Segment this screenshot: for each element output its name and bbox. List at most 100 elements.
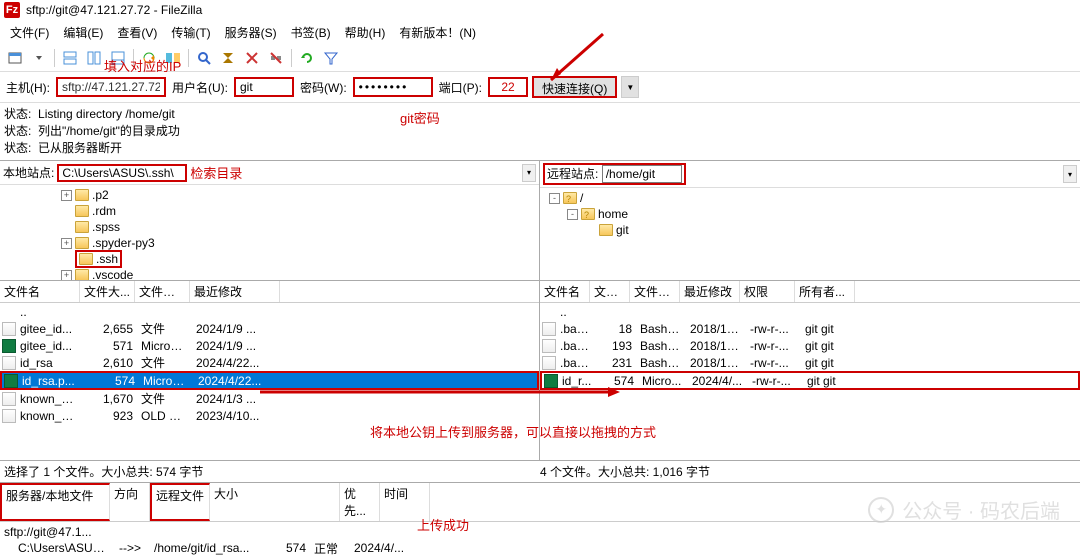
col-size[interactable]: 文件大...	[80, 281, 135, 302]
tree-item-label: .p2	[92, 188, 109, 202]
col-server-local[interactable]: 服务器/本地文件	[0, 483, 110, 521]
file-row[interactable]: id_r...574Micro...2024/4/...-rw-r-...git…	[540, 371, 1080, 390]
password-input[interactable]	[353, 77, 433, 97]
local-tree[interactable]: + .p2 .rdm.spss + .spyder-py3 .ssh + .vscode	[0, 185, 539, 280]
file-icon	[2, 356, 16, 370]
tree-item[interactable]: + .vscode	[0, 267, 539, 280]
queue-server-row[interactable]: sftp://git@47.1...	[0, 524, 1080, 540]
folder-icon	[75, 205, 89, 217]
remote-path-input[interactable]	[602, 165, 682, 183]
col-permissions[interactable]: 权限	[740, 281, 795, 302]
col-type[interactable]: 文件类型	[135, 281, 190, 302]
col-time[interactable]: 时间	[380, 483, 430, 521]
process-queue-icon[interactable]	[217, 47, 239, 69]
menu-edit[interactable]: 编辑(E)	[57, 22, 109, 43]
annotation-treesearch: 检索目录	[190, 163, 242, 182]
col-size[interactable]: 文件...	[590, 281, 630, 302]
local-path-input[interactable]	[57, 164, 187, 182]
col-remote-file[interactable]: 远程文件	[150, 483, 210, 521]
menu-file[interactable]: 文件(F)	[4, 22, 55, 43]
local-site-label: 本地站点:	[3, 164, 54, 181]
tree-item[interactable]: + .p2	[0, 187, 539, 203]
tree-item-label: .rdm	[92, 204, 116, 218]
local-path-dropdown-icon[interactable]: ▾	[522, 164, 536, 182]
file-row[interactable]: gitee_id...2,655文件2024/1/9 ...	[0, 320, 539, 337]
remote-filelist[interactable]: 文件名 文件... 文件类... 最近修改 权限 所有者... ...bas..…	[540, 281, 1080, 460]
tree-item-label: .ssh	[96, 252, 118, 266]
toggle-tree-icon[interactable]	[83, 47, 105, 69]
col-modified[interactable]: 最近修改	[190, 281, 280, 302]
file-lists: 文件名 文件大... 文件类型 最近修改 ..gitee_id...2,655文…	[0, 281, 1080, 461]
menu-transfer[interactable]: 传输(T)	[165, 22, 216, 43]
file-icon	[542, 356, 556, 370]
user-input[interactable]	[234, 77, 294, 97]
file-row[interactable]: .bas...231Bash P...2018/10...-rw-r-...gi…	[540, 354, 1080, 371]
menu-server[interactable]: 服务器(S)	[219, 22, 283, 43]
file-row[interactable]: gitee_id...571Microsof...2024/1/9 ...	[0, 337, 539, 354]
cancel-icon[interactable]	[241, 47, 263, 69]
menu-bookmarks[interactable]: 书签(B)	[285, 22, 337, 43]
file-icon	[2, 305, 16, 319]
file-row[interactable]: known_h...923OLD 文件2023/4/10...	[0, 407, 539, 424]
sitemanager-dropdown-icon[interactable]	[28, 47, 50, 69]
col-filename[interactable]: 文件名	[540, 281, 590, 302]
compare-icon[interactable]	[162, 47, 184, 69]
tree-item-label: .spyder-py3	[92, 236, 155, 250]
tree-item[interactable]: -home	[540, 206, 1080, 222]
file-icon	[2, 339, 16, 353]
col-priority[interactable]: 优先...	[340, 483, 380, 521]
col-direction[interactable]: 方向	[110, 483, 150, 521]
host-input[interactable]	[56, 77, 166, 97]
menu-newversion[interactable]: 有新版本！(N)	[393, 22, 482, 43]
remote-tree[interactable]: -/-homegit	[540, 188, 1080, 280]
tree-item[interactable]: + .spyder-py3	[0, 235, 539, 251]
toggle-log-icon[interactable]	[59, 47, 81, 69]
folder-icon	[75, 189, 89, 201]
tree-item-label: .vscode	[92, 268, 133, 280]
expander-icon[interactable]: +	[61, 270, 72, 281]
col-size[interactable]: 大小	[210, 483, 340, 521]
col-filename[interactable]: 文件名	[0, 281, 80, 302]
toggle-queue-icon[interactable]	[107, 47, 129, 69]
tree-item-label: git	[616, 223, 629, 237]
file-row[interactable]: id_rsa.p...574Microsof...2024/4/22...	[0, 371, 539, 390]
sitemanager-icon[interactable]	[4, 47, 26, 69]
expander-icon[interactable]: +	[61, 190, 72, 201]
filter-icon[interactable]	[320, 47, 342, 69]
menu-view[interactable]: 查看(V)	[111, 22, 163, 43]
quickconnect-dropdown-icon[interactable]: ▼	[621, 76, 639, 98]
port-input[interactable]	[488, 77, 528, 97]
file-row[interactable]: known_h...1,670文件2024/1/3 ...	[0, 390, 539, 407]
search-icon[interactable]	[193, 47, 215, 69]
file-row[interactable]: .bas...193Bash P...2018/10...-rw-r-...gi…	[540, 337, 1080, 354]
user-label: 用户名(U):	[170, 79, 230, 96]
col-owner[interactable]: 所有者...	[795, 281, 855, 302]
file-icon	[2, 322, 16, 336]
remote-path-dropdown-icon[interactable]: ▾	[1063, 165, 1077, 183]
file-row[interactable]: .bas...18Bash L...2018/10...-rw-r-...git…	[540, 320, 1080, 337]
local-filelist[interactable]: 文件名 文件大... 文件类型 最近修改 ..gitee_id...2,655文…	[0, 281, 540, 460]
col-modified[interactable]: 最近修改	[680, 281, 740, 302]
tree-item[interactable]: .ssh	[0, 251, 539, 267]
expander-icon[interactable]: -	[567, 209, 578, 220]
file-row[interactable]: ..	[0, 303, 539, 320]
menu-help[interactable]: 帮助(H)	[339, 22, 392, 43]
expander-icon[interactable]: +	[61, 238, 72, 249]
folder-icon	[563, 192, 577, 204]
expander-icon[interactable]: -	[549, 193, 560, 204]
reconnect-icon[interactable]	[296, 47, 318, 69]
quickconnect-button[interactable]: 快速连接(Q)	[532, 76, 617, 98]
disconnect-icon[interactable]	[265, 47, 287, 69]
message-log[interactable]: 状态: Listing directory /home/git 状态: 列出"/…	[0, 103, 1080, 161]
col-type[interactable]: 文件类...	[630, 281, 680, 302]
tree-item[interactable]: .spss	[0, 219, 539, 235]
tree-item[interactable]: git	[540, 222, 1080, 238]
queue-body[interactable]: sftp://git@47.1... C:\Users\ASUS... -->>…	[0, 522, 1080, 558]
file-row[interactable]: id_rsa2,610文件2024/4/22...	[0, 354, 539, 371]
menubar: 文件(F) 编辑(E) 查看(V) 传输(T) 服务器(S) 书签(B) 帮助(…	[0, 20, 1080, 45]
tree-item[interactable]: .rdm	[0, 203, 539, 219]
file-icon	[542, 305, 556, 319]
file-row[interactable]: ..	[540, 303, 1080, 320]
sync-browse-icon[interactable]	[138, 47, 160, 69]
tree-item[interactable]: -/	[540, 190, 1080, 206]
